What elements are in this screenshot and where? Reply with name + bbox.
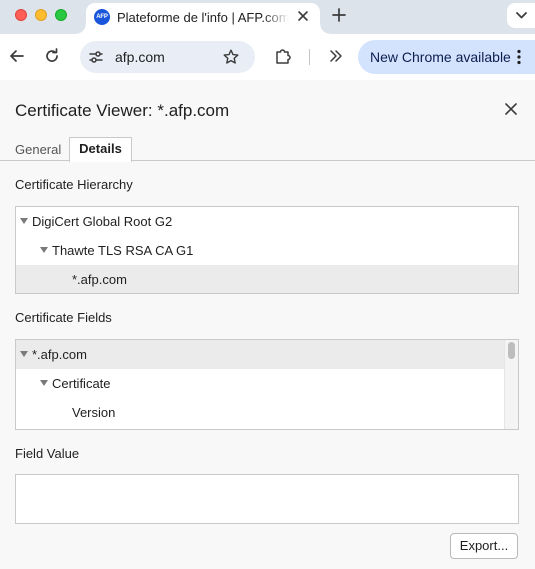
maximize-window-button[interactable] — [55, 9, 67, 21]
fields-tree: *.afp.com Certificate Version — [15, 339, 519, 430]
overflow-double-chevron-right-icon[interactable] — [326, 46, 346, 66]
fields-item-label: Version — [72, 405, 116, 420]
tab-general[interactable]: General — [15, 142, 61, 157]
hierarchy-item-label: *.afp.com — [72, 272, 127, 287]
tab-close-icon[interactable] — [294, 7, 312, 25]
hierarchy-item-root[interactable]: DigiCert Global Root G2 — [16, 207, 518, 236]
fields-item-label: *.afp.com — [32, 347, 87, 362]
hierarchy-item-leaf[interactable]: *.afp.com — [16, 265, 518, 293]
toolbar-divider — [309, 49, 310, 65]
hierarchy-item-label: DigiCert Global Root G2 — [32, 214, 173, 229]
close-window-button[interactable] — [15, 9, 27, 21]
dialog-tab-bar: General Details — [0, 137, 535, 162]
hierarchy-label: Certificate Hierarchy — [15, 177, 133, 192]
fields-scrollbar[interactable] — [504, 340, 518, 429]
url-text[interactable]: afp.com — [115, 49, 165, 65]
tab-search-chevron-down-icon[interactable] — [507, 3, 535, 28]
dialog-title: Certificate Viewer: *.afp.com — [15, 101, 230, 120]
tab-strip: AFP Plateforme de l'info | AFP.com — [0, 0, 535, 34]
back-arrow-icon[interactable] — [7, 46, 27, 66]
dialog-close-icon[interactable] — [503, 101, 519, 117]
browser-tab-active[interactable]: AFP Plateforme de l'info | AFP.com — [76, 3, 330, 34]
expand-caret-icon[interactable] — [40, 247, 48, 253]
new-tab-plus-icon[interactable] — [329, 4, 349, 26]
extensions-puzzle-icon[interactable] — [273, 46, 293, 66]
bookmark-star-icon[interactable] — [222, 48, 240, 66]
browser-toolbar: afp.com New Chrome available — [0, 34, 535, 80]
minimize-window-button[interactable] — [35, 9, 47, 21]
hierarchy-item-label: Thawte TLS RSA CA G1 — [52, 243, 194, 258]
fields-item-certificate[interactable]: Certificate — [16, 369, 505, 398]
export-button[interactable]: Export... — [450, 533, 518, 559]
expand-caret-icon[interactable] — [20, 351, 28, 357]
expand-caret-icon[interactable] — [40, 380, 48, 386]
scrollbar-thumb[interactable] — [508, 342, 515, 359]
fields-item-subject[interactable]: *.afp.com — [16, 340, 505, 369]
field-value-box[interactable] — [15, 474, 519, 524]
tab-title: Plateforme de l'info | AFP.com — [117, 10, 289, 25]
fields-label: Certificate Fields — [15, 310, 112, 325]
afp-favicon-icon: AFP — [94, 9, 110, 25]
update-chip-label: New Chrome available — [370, 49, 511, 65]
hierarchy-item-intermediate[interactable]: Thawte TLS RSA CA G1 — [16, 236, 518, 265]
certificate-viewer-dialog: Certificate Viewer: *.afp.com General De… — [0, 80, 535, 569]
site-info-tune-icon[interactable] — [87, 48, 105, 66]
hierarchy-tree: DigiCert Global Root G2 Thawte TLS RSA C… — [15, 206, 519, 294]
fields-item-version[interactable]: Version — [16, 398, 505, 427]
new-chrome-available-button[interactable]: New Chrome available — [358, 40, 535, 74]
tab-details[interactable]: Details — [69, 137, 132, 162]
fields-item-label: Certificate — [52, 376, 111, 391]
expand-caret-icon[interactable] — [20, 218, 28, 224]
field-value-label: Field Value — [15, 446, 80, 461]
kebab-menu-icon[interactable] — [513, 48, 525, 66]
reload-icon[interactable] — [42, 46, 62, 66]
address-bar[interactable]: afp.com — [80, 41, 255, 73]
